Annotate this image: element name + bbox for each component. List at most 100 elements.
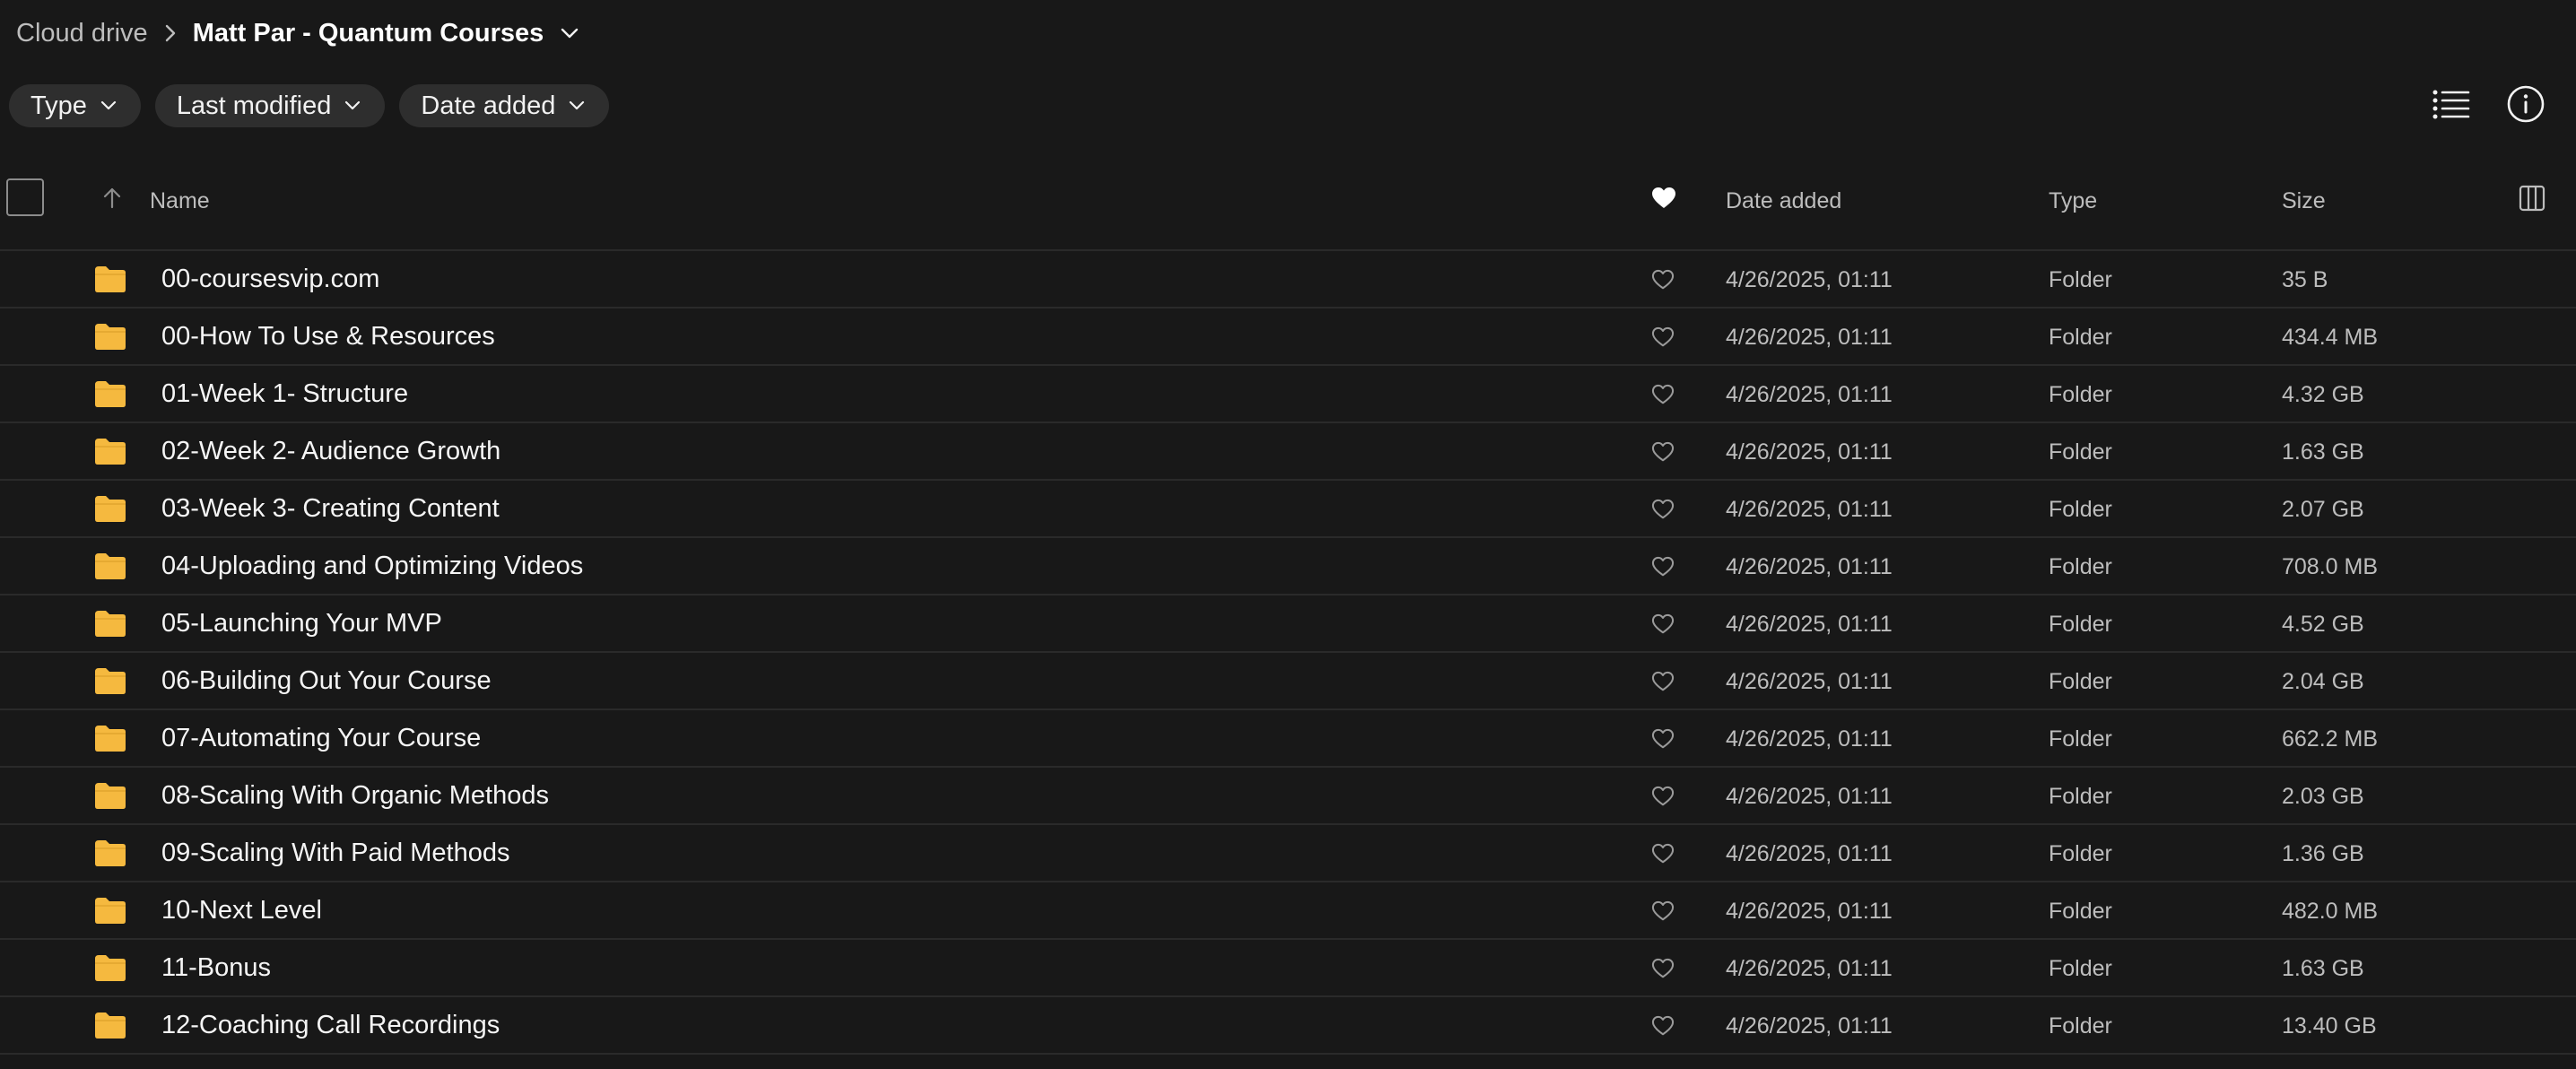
file-name[interactable]: 06-Building Out Your Course [161, 666, 492, 696]
date-added: 4/26/2025, 01:11 [1726, 669, 1893, 694]
table-row[interactable]: 12-Coaching Call Recordings 4/26/2025, 01… [0, 997, 2576, 1055]
column-header-size[interactable]: Size [2282, 188, 2326, 214]
table-row[interactable]: 07-Automating Your Course 4/26/2025, 01:1… [0, 710, 2576, 768]
breadcrumb-current-folder[interactable]: Matt Par - Quantum Courses [193, 19, 544, 48]
file-type: Folder [2049, 784, 2112, 809]
file-size: 2.03 GB [2282, 784, 2364, 809]
date-added: 4/26/2025, 01:11 [1726, 497, 1893, 522]
table-row[interactable]: 10-Next Level 4/26/2025, 01:11 Folder 482.0… [0, 882, 2576, 940]
table-row[interactable]: 09-Scaling With Paid Methods 4/26/2025, 0… [0, 825, 2576, 882]
file-type: Folder [2049, 325, 2112, 350]
file-type: Folder [2049, 841, 2112, 866]
favorite-icon[interactable] [1651, 728, 1675, 754]
file-size: 1.63 GB [2282, 439, 2364, 465]
file-name[interactable]: 12-Coaching Call Recordings [161, 1011, 500, 1040]
sort-ascending-icon[interactable] [102, 187, 122, 214]
info-icon[interactable] [2506, 84, 2546, 128]
chevron-down-icon [100, 100, 116, 110]
table-row[interactable]: 00-How To Use & Resources 4/26/2025, 01:1… [0, 309, 2576, 366]
file-name[interactable]: 00-coursesvip.com [161, 265, 379, 294]
date-added: 4/26/2025, 01:11 [1726, 956, 1893, 981]
column-header-type[interactable]: Type [2049, 188, 2097, 214]
folder-icon [93, 1011, 127, 1044]
file-name[interactable]: 02-Week 2- Audience Growth [161, 437, 500, 466]
column-header-name[interactable]: Name [150, 188, 210, 214]
table-row[interactable]: 11-Bonus 4/26/2025, 01:11 Folder 1.63 GB [0, 940, 2576, 997]
file-size: 13.40 GB [2282, 1013, 2377, 1039]
columns-settings-icon[interactable] [2519, 185, 2546, 216]
date-added: 4/26/2025, 01:11 [1726, 554, 1893, 579]
chevron-right-icon [164, 23, 177, 43]
date-added: 4/26/2025, 01:11 [1726, 899, 1893, 924]
file-type: Folder [2049, 382, 2112, 407]
file-type: Folder [2049, 439, 2112, 465]
file-size: 482.0 MB [2282, 899, 2379, 924]
favorite-icon[interactable] [1651, 499, 1675, 525]
favorite-icon[interactable] [1651, 1015, 1675, 1041]
chevron-down-icon[interactable] [560, 27, 579, 39]
filter-date-added-button[interactable]: Date added [399, 84, 610, 127]
table-row[interactable]: 08-Scaling With Organic Methods 4/26/2025… [0, 768, 2576, 825]
file-name[interactable]: 09-Scaling With Paid Methods [161, 839, 509, 868]
favorite-icon[interactable] [1651, 843, 1675, 869]
file-size: 434.4 MB [2282, 325, 2379, 350]
favorite-icon[interactable] [1651, 441, 1675, 467]
filter-label: Type [30, 91, 87, 120]
folder-icon [93, 494, 127, 527]
favorite-icon[interactable] [1651, 786, 1675, 812]
file-name[interactable]: 04-Uploading and Optimizing Videos [161, 552, 583, 581]
date-added: 4/26/2025, 01:11 [1726, 1013, 1893, 1039]
favorite-icon[interactable] [1651, 556, 1675, 582]
date-added: 4/26/2025, 01:11 [1726, 267, 1893, 292]
file-name[interactable]: 07-Automating Your Course [161, 724, 481, 753]
file-name[interactable]: 03-Week 3- Creating Content [161, 494, 500, 524]
file-type: Folder [2049, 726, 2112, 752]
date-added: 4/26/2025, 01:11 [1726, 841, 1893, 866]
folder-icon [93, 437, 127, 470]
table-row[interactable]: 02-Week 2- Audience Growth 4/26/2025, 01:… [0, 423, 2576, 481]
favorite-icon[interactable] [1651, 671, 1675, 697]
favorite-icon[interactable] [1651, 384, 1675, 410]
file-size: 4.52 GB [2282, 612, 2364, 637]
favorite-icon[interactable] [1651, 900, 1675, 926]
folder-icon [93, 896, 127, 929]
date-added: 4/26/2025, 01:11 [1726, 612, 1893, 637]
filter-label: Date added [421, 91, 556, 120]
list-view-icon[interactable] [2432, 89, 2470, 124]
table-row[interactable]: 03-Week 3- Creating Content 4/26/2025, 01… [0, 481, 2576, 538]
file-name[interactable]: 11-Bonus [161, 953, 271, 983]
file-name[interactable]: 05-Launching Your MVP [161, 609, 442, 639]
file-name[interactable]: 10-Next Level [161, 896, 322, 926]
table-row[interactable]: 04-Uploading and Optimizing Videos 4/26/2… [0, 538, 2576, 595]
folder-icon [93, 609, 127, 642]
favorite-icon[interactable] [1651, 269, 1675, 295]
table-row[interactable]: 01-Week 1- Structure 4/26/2025, 01:11 Fold… [0, 366, 2576, 423]
view-controls [2432, 84, 2546, 127]
table-row[interactable]: 00-coursesvip.com 4/26/2025, 01:11 Folder 3… [0, 251, 2576, 309]
file-type: Folder [2049, 669, 2112, 694]
file-name[interactable]: 01-Week 1- Structure [161, 379, 408, 409]
folder-icon [93, 839, 127, 872]
favorite-icon[interactable] [1651, 326, 1675, 352]
breadcrumb-root-link[interactable]: Cloud drive [16, 19, 148, 48]
column-header-date-added[interactable]: Date added [1726, 188, 1841, 214]
file-name[interactable]: 00-How To Use & Resources [161, 322, 495, 352]
file-size: 4.32 GB [2282, 382, 2364, 407]
filter-last-modified-button[interactable]: Last modified [154, 84, 386, 127]
file-size: 1.63 GB [2282, 956, 2364, 981]
folder-icon [93, 265, 127, 298]
date-added: 4/26/2025, 01:11 [1726, 382, 1893, 407]
table-row[interactable]: 05-Launching Your MVP 4/26/2025, 01:11 Fol… [0, 595, 2576, 653]
file-type: Folder [2049, 554, 2112, 579]
file-name[interactable]: 08-Scaling With Organic Methods [161, 781, 549, 811]
favorite-icon[interactable] [1651, 613, 1675, 639]
table-row[interactable]: 06-Building Out Your Course 4/26/2025, 01… [0, 653, 2576, 710]
select-all-checkbox[interactable] [6, 178, 44, 216]
file-type: Folder [2049, 267, 2112, 292]
favorite-filled-icon[interactable] [1651, 187, 1676, 214]
file-type: Folder [2049, 899, 2112, 924]
breadcrumb: Cloud drive Matt Par - Quantum Courses [16, 13, 579, 54]
favorite-icon[interactable] [1651, 958, 1675, 984]
date-added: 4/26/2025, 01:11 [1726, 784, 1893, 809]
filter-type-button[interactable]: Type [9, 84, 141, 127]
